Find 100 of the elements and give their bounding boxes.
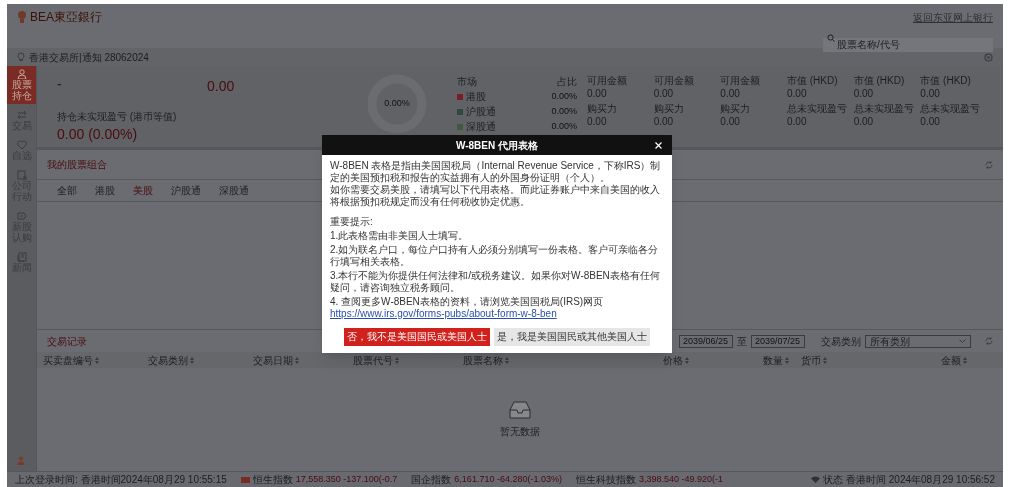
- lightbulb-icon: [17, 52, 25, 62]
- metric-value: 0.00: [920, 115, 941, 128]
- confirm-button[interactable]: 是，我是美国国民或其他美国人士: [494, 328, 650, 346]
- summary-label: 持仓未实现盈亏 (港币等值): [57, 110, 178, 124]
- sort-icon[interactable]: [963, 356, 967, 364]
- settings-icon[interactable]: [984, 52, 993, 62]
- sort-icon[interactable]: [395, 356, 399, 364]
- empty-tray-icon: [507, 400, 533, 420]
- date-separator: 至: [737, 334, 747, 349]
- metric-value: 0.00: [787, 87, 808, 100]
- dialog-note: 1.此表格需由非美国人士填写。: [330, 230, 470, 242]
- donut-chart: 0.00%: [367, 74, 427, 134]
- category-label: 交易类别: [821, 334, 861, 349]
- notes-heading: 重要提示:: [330, 216, 374, 228]
- decline-button[interactable]: 否，我不是美国国民或美国人士: [344, 328, 490, 346]
- column-header: 货币: [801, 353, 821, 368]
- legend-header: 市场: [457, 75, 477, 89]
- market-tab[interactable]: 全部: [57, 183, 77, 198]
- section-title: 我的股票组合: [47, 158, 107, 172]
- metric-value: 0.00: [720, 115, 741, 128]
- column-header: 数量: [763, 353, 783, 368]
- legend-share: 0.00%: [551, 89, 577, 103]
- legend-label: 深股通: [466, 120, 496, 134]
- metric-value: 0.00: [653, 115, 675, 128]
- dialog-paragraph: W-8BEN 表格是指由美国国税局（Internal Revenue Service，下称IRS）制定的美国预扣税和报告的实益拥有人的外国身份证明（个人）。: [330, 160, 662, 184]
- metric-label: 购买力: [587, 102, 618, 115]
- index-value: 3,398.540 -49.920(-1: [638, 472, 723, 486]
- index-name: 恒生科技指数: [575, 473, 636, 487]
- section-title: 交易记录: [47, 334, 87, 349]
- metric-label: 市值 (HKD): [787, 74, 839, 87]
- sort-icon[interactable]: [295, 356, 299, 364]
- close-icon[interactable]: [655, 141, 662, 149]
- wifi-icon: [811, 476, 820, 483]
- search-field[interactable]: 股票名称/代号: [823, 37, 993, 52]
- column-header: 价格: [663, 353, 683, 368]
- legend-label: 港股: [466, 90, 486, 104]
- summary-value: 0.00: [207, 78, 235, 94]
- logo-text: BEA東亞銀行: [30, 10, 102, 24]
- refresh-icon[interactable]: [985, 160, 993, 169]
- sort-icon[interactable]: [505, 356, 509, 364]
- market-tab[interactable]: 深股通: [219, 183, 249, 198]
- date-field[interactable]: 2039/06/25: [679, 334, 733, 348]
- notice-text: 香港交易所|通知 28062024: [29, 50, 149, 65]
- metric-value: 0.00: [787, 115, 808, 128]
- index-name: 国企指数: [411, 473, 452, 487]
- metric-label: 购买力: [653, 102, 685, 115]
- metric-value: 0.00: [587, 115, 608, 128]
- date-field[interactable]: 2039/07/25: [751, 334, 805, 348]
- logo-icon: [17, 10, 27, 24]
- index-value: 17,558.350 -137.100(-0.7: [295, 472, 398, 486]
- legend-share: 0.00%: [551, 104, 577, 118]
- dialog-title: W-8BEN 代用表格: [456, 138, 538, 153]
- empty-message: 暂无数据: [500, 425, 540, 439]
- column-header: 股票名称: [463, 353, 503, 368]
- refresh-icon[interactable]: [985, 337, 993, 345]
- category-select[interactable]: 所有类别: [865, 334, 971, 348]
- column-header: 股票代号: [353, 353, 393, 368]
- metric-value: 0.00: [653, 87, 675, 100]
- sidebar-item[interactable]: 股票持仓: [7, 66, 36, 104]
- arrows-icon: [16, 110, 27, 120]
- sort-icon[interactable]: [685, 356, 689, 364]
- summary-value: -: [57, 75, 63, 94]
- sort-icon[interactable]: [785, 356, 789, 364]
- column-header: 交易类别: [148, 353, 188, 368]
- metric-label: 购买力: [720, 102, 752, 115]
- market-tab[interactable]: 美股: [133, 183, 153, 198]
- market-tab[interactable]: 沪股通: [171, 183, 201, 198]
- metric-label: 市值 (HKD): [853, 74, 906, 87]
- chevron-down-icon: [959, 339, 966, 343]
- status-time: 香港时间 2024年08月29 10:56:52: [846, 473, 995, 487]
- document-icon: [16, 170, 27, 180]
- tag-icon: [16, 211, 27, 221]
- dialog-note: 2.如为联名户口，每位户口持有人必须分别填写一份表格。客户可亲临各分行填写相关表格。: [330, 244, 660, 268]
- metric-value: 0.00: [853, 115, 875, 128]
- unrealized-value: 0.00 (0.00%): [57, 125, 139, 144]
- dialog-note: 4. 查阅更多W-8BEN表格的资料，请浏览美国国税局(IRS)网页: [330, 296, 605, 308]
- metric-label: 市值 (HKD): [920, 74, 972, 87]
- metric-value: 0.00: [587, 87, 608, 100]
- market-tab[interactable]: 港股: [95, 183, 115, 198]
- metric-value: 0.00: [920, 87, 941, 100]
- status-label: 状态: [823, 473, 843, 487]
- heart-icon: [16, 140, 27, 150]
- metric-value: 0.00: [720, 87, 741, 100]
- sort-icon[interactable]: [95, 356, 99, 364]
- column-header: 交易日期: [253, 353, 293, 368]
- index-name: 恒生指数: [252, 473, 293, 487]
- newspaper-icon: [16, 252, 27, 262]
- dialog-paragraph: 如你需要交易美股，请填写以下代用表格。而此证券账户中来自美国的收入将根据预扣税规定而没有任何税收协定优惠。: [330, 184, 661, 208]
- dialog-note: 3.本行不能为你提供任何法律和/或税务建议。如果你对W-8BEN表格有任何疑问，请咨询独立税务顾问。: [330, 270, 661, 294]
- flag-icon: [240, 476, 250, 483]
- legend-share: 0.00%: [551, 119, 577, 133]
- metric-value: 0.00: [853, 87, 875, 100]
- sort-icon[interactable]: [190, 356, 194, 364]
- column-header: 买卖盘编号: [43, 353, 93, 368]
- index-value: 6,161.710 -64.280(-1.03%): [454, 472, 562, 486]
- column-header: 金额: [941, 353, 961, 368]
- sort-icon[interactable]: [823, 356, 827, 364]
- person-icon[interactable]: [17, 456, 25, 465]
- irs-link[interactable]: https://www.irs.gov/forms-pubs/about-form-w-8-ben: [330, 308, 557, 320]
- search-icon: [827, 34, 835, 42]
